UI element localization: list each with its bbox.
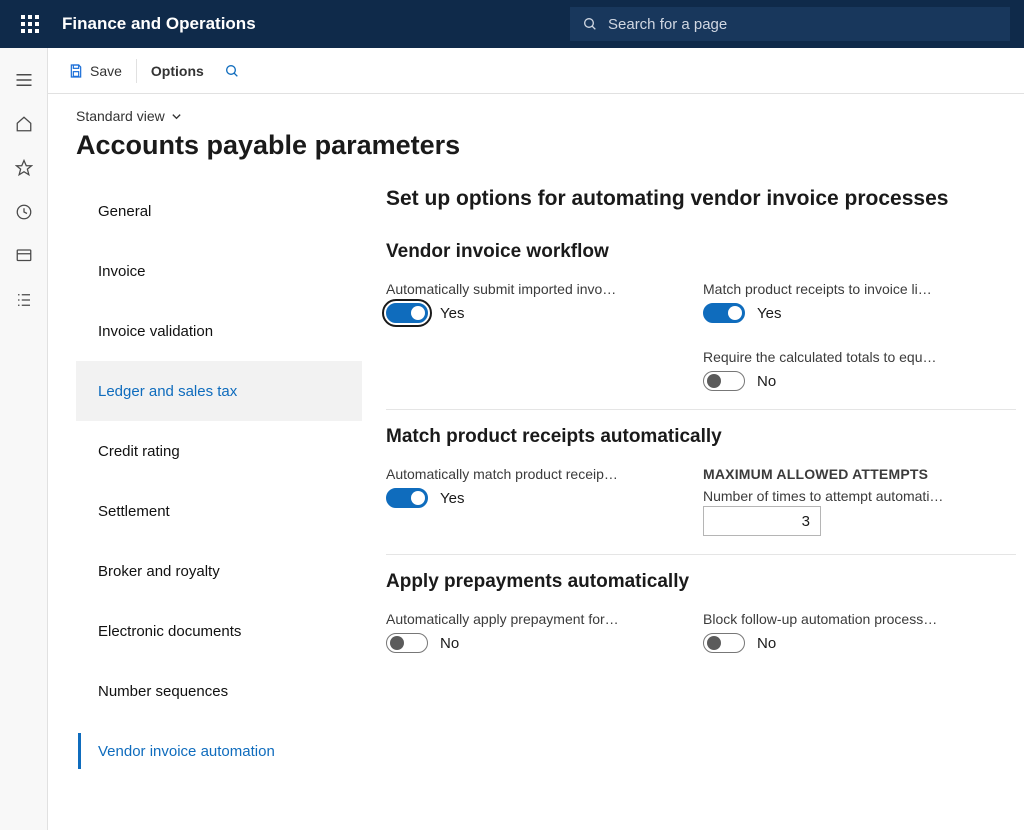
toggle-value: No (440, 635, 459, 652)
field-label: Automatically match product receip… (386, 466, 656, 482)
toggle-value: No (757, 635, 776, 652)
field-label: Match product receipts to invoice li… (703, 281, 973, 297)
rail-recent[interactable] (0, 190, 48, 234)
rail-workspaces[interactable] (0, 234, 48, 278)
section-apply-prepayments: Apply prepayments automatically Automati… (386, 554, 1016, 671)
toggle-knob (707, 636, 721, 650)
options-button[interactable]: Options (141, 57, 214, 85)
toggle-require-totals[interactable] (703, 371, 745, 391)
field-auto-submit: Automatically submit imported invo… Yes (386, 281, 699, 323)
left-rail (0, 48, 48, 830)
command-separator (136, 59, 137, 83)
rail-expand-button[interactable] (0, 58, 48, 102)
toggle-value: Yes (757, 305, 781, 322)
tab-invoice-validation[interactable]: Invoice validation (76, 301, 362, 361)
chevron-down-icon (171, 111, 182, 122)
field-match-receipts: Match product receipts to invoice li… Ye… (703, 281, 1016, 323)
find-button[interactable] (214, 57, 250, 85)
app-launcher-button[interactable] (6, 0, 54, 48)
tab-broker-royalty[interactable]: Broker and royalty (76, 541, 362, 601)
toggle-auto-match[interactable] (386, 488, 428, 508)
rail-favorites[interactable] (0, 146, 48, 190)
tab-label: Invoice (98, 263, 146, 280)
tab-label: Credit rating (98, 443, 180, 460)
field-block-followup: Block follow-up automation process… No (703, 611, 1016, 653)
toggle-value: Yes (440, 490, 464, 507)
section-title: Match product receipts automatically (386, 426, 1016, 448)
tab-vendor-invoice-automation[interactable]: Vendor invoice automation (76, 721, 362, 781)
field-auto-prepay: Automatically apply prepayment for… No (386, 611, 699, 653)
toggle-auto-submit[interactable] (386, 303, 428, 323)
home-icon (15, 115, 33, 133)
app-brand: Finance and Operations (62, 14, 256, 34)
toggle-knob (411, 306, 425, 320)
active-indicator (78, 733, 81, 769)
global-search-placeholder: Search for a page (608, 16, 727, 33)
tab-invoice[interactable]: Invoice (76, 241, 362, 301)
section-title: Vendor invoice workflow (386, 241, 1016, 263)
page-title: Accounts payable parameters (76, 130, 1024, 161)
tab-label: Broker and royalty (98, 563, 220, 580)
search-icon (224, 63, 240, 79)
tab-label: Ledger and sales tax (98, 383, 237, 400)
tab-ledger-sales-tax[interactable]: Ledger and sales tax (76, 361, 362, 421)
field-heading: MAXIMUM ALLOWED ATTEMPTS (703, 466, 973, 482)
tab-label: Settlement (98, 503, 170, 520)
star-icon (15, 159, 33, 177)
save-label: Save (90, 63, 122, 79)
toggle-knob (390, 636, 404, 650)
section-vendor-invoice-workflow: Vendor invoice workflow Automatically su… (386, 225, 1016, 409)
options-label: Options (151, 63, 204, 79)
tab-settlement[interactable]: Settlement (76, 481, 362, 541)
hamburger-icon (15, 73, 33, 87)
section-match-receipts-auto: Match product receipts automatically Aut… (386, 409, 1016, 554)
search-icon (582, 16, 598, 32)
toggle-value: No (757, 373, 776, 390)
toggle-knob (411, 491, 425, 505)
waffle-icon (21, 15, 39, 33)
modules-icon (15, 291, 33, 309)
top-nav: Finance and Operations Search for a page (0, 0, 1024, 48)
rail-home[interactable] (0, 102, 48, 146)
tab-label: Vendor invoice automation (98, 743, 275, 760)
tab-number-sequences[interactable]: Number sequences (76, 661, 362, 721)
field-label: Block follow-up automation process… (703, 611, 973, 627)
settings-panel: Set up options for automating vendor inv… (362, 181, 1024, 830)
toggle-block-followup[interactable] (703, 633, 745, 653)
tab-label: Invoice validation (98, 323, 213, 340)
rail-modules[interactable] (0, 278, 48, 322)
tab-label: General (98, 203, 151, 220)
toggle-match-receipts[interactable] (703, 303, 745, 323)
input-value: 3 (802, 513, 810, 530)
field-label: Automatically submit imported invo… (386, 281, 656, 297)
field-label: Require the calculated totals to equ… (703, 349, 973, 365)
save-icon (68, 63, 84, 79)
toggle-auto-prepay[interactable] (386, 633, 428, 653)
settings-heading: Set up options for automating vendor inv… (386, 187, 1016, 211)
field-label: Number of times to attempt automati… (703, 488, 943, 504)
tab-label: Number sequences (98, 683, 228, 700)
workspace-icon (15, 247, 33, 265)
field-require-totals: Require the calculated totals to equ… No (703, 349, 1016, 391)
input-max-attempts[interactable]: 3 (703, 506, 821, 536)
section-title: Apply prepayments automatically (386, 571, 1016, 593)
field-label: Automatically apply prepayment for… (386, 611, 656, 627)
field-max-attempts: MAXIMUM ALLOWED ATTEMPTS Number of times… (703, 466, 1016, 536)
toggle-knob (707, 374, 721, 388)
toggle-knob (728, 306, 742, 320)
command-bar: Save Options (48, 48, 1024, 94)
view-selector[interactable]: Standard view (76, 108, 182, 124)
clock-icon (15, 203, 33, 221)
toggle-value: Yes (440, 305, 464, 322)
tab-general[interactable]: General (76, 181, 362, 241)
tab-label: Electronic documents (98, 623, 241, 640)
tab-credit-rating[interactable]: Credit rating (76, 421, 362, 481)
page-header: Standard view Accounts payable parameter… (48, 94, 1024, 161)
field-auto-match: Automatically match product receip… Yes (386, 466, 699, 536)
global-search[interactable]: Search for a page (570, 7, 1010, 41)
tab-electronic-documents[interactable]: Electronic documents (76, 601, 362, 661)
save-button[interactable]: Save (58, 57, 132, 85)
view-label: Standard view (76, 108, 165, 124)
parameter-tabs: General Invoice Invoice validation Ledge… (76, 181, 362, 830)
